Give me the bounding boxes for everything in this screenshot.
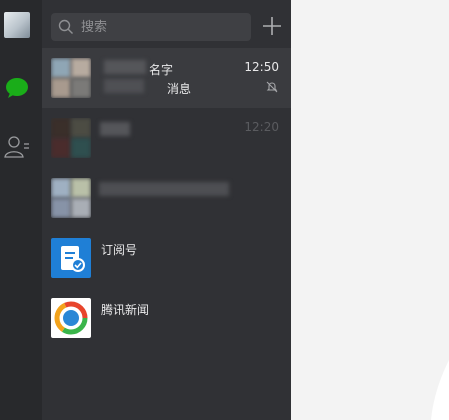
contacts-icon[interactable] bbox=[4, 135, 30, 159]
chat-item-subscriptions[interactable]: 订阅号 bbox=[42, 228, 291, 288]
tencent-news-icon bbox=[51, 298, 91, 338]
chat-bubble-icon[interactable] bbox=[5, 77, 29, 99]
user-avatar[interactable] bbox=[4, 12, 30, 38]
chat-name: 订阅号 bbox=[101, 243, 138, 257]
chat-avatar bbox=[51, 178, 91, 218]
chat-preview: 消息 bbox=[167, 82, 192, 96]
search-box[interactable] bbox=[51, 13, 251, 41]
chat-item[interactable] bbox=[42, 168, 291, 228]
chat-name: 腾讯新闻 bbox=[101, 303, 150, 317]
search-icon bbox=[58, 19, 73, 34]
background-curve bbox=[431, 360, 449, 420]
chat-list-panel: 名字 消息 12:50 12:20 bbox=[42, 0, 291, 420]
chat-avatar bbox=[51, 58, 91, 98]
chat-avatar bbox=[51, 118, 91, 158]
chat-item[interactable]: 名字 消息 12:50 bbox=[42, 48, 291, 108]
chat-name: 名字 bbox=[149, 63, 174, 77]
chat-time: 12:50 bbox=[244, 60, 279, 74]
wechat-window: 名字 消息 12:50 12:20 bbox=[0, 0, 291, 420]
plus-icon[interactable] bbox=[261, 15, 283, 37]
chat-item-tencent-news[interactable]: 腾讯新闻 bbox=[42, 288, 291, 348]
chat-item[interactable]: 12:20 bbox=[42, 108, 291, 168]
search-input[interactable] bbox=[81, 13, 241, 41]
subscription-account-icon bbox=[51, 238, 91, 278]
side-nav bbox=[0, 0, 42, 420]
mute-bell-icon bbox=[266, 81, 278, 93]
chat-time: 12:20 bbox=[244, 120, 279, 134]
